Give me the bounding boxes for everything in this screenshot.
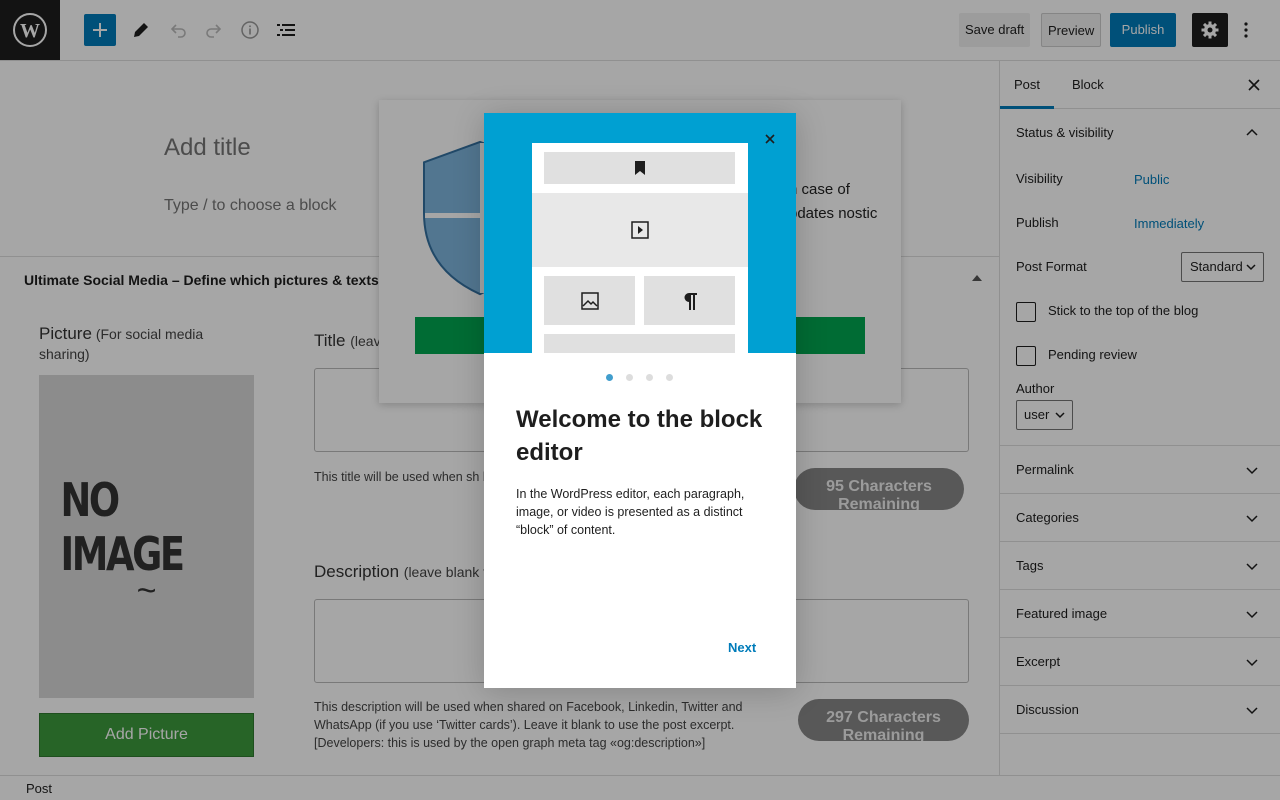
welcome-guide-body: In the WordPress editor, each paragraph,… [516,487,745,537]
welcome-guide-modal: Welcome to the block editor In the WordP… [484,113,796,688]
illustration-block [544,334,735,353]
next-button[interactable]: Next [728,640,756,655]
video-icon [532,193,748,267]
welcome-guide-illustration [484,113,796,353]
illustration-card [532,143,748,353]
bookmark-icon [544,152,735,184]
page-dot[interactable] [626,374,633,381]
page-indicator [606,374,676,382]
image-icon [544,276,635,325]
close-icon[interactable] [760,129,780,149]
page-dot[interactable] [666,374,673,381]
welcome-guide-heading: Welcome to the block editor [516,406,763,466]
page-dot[interactable] [646,374,653,381]
paragraph-icon [644,276,735,325]
page-dot[interactable] [606,374,613,381]
